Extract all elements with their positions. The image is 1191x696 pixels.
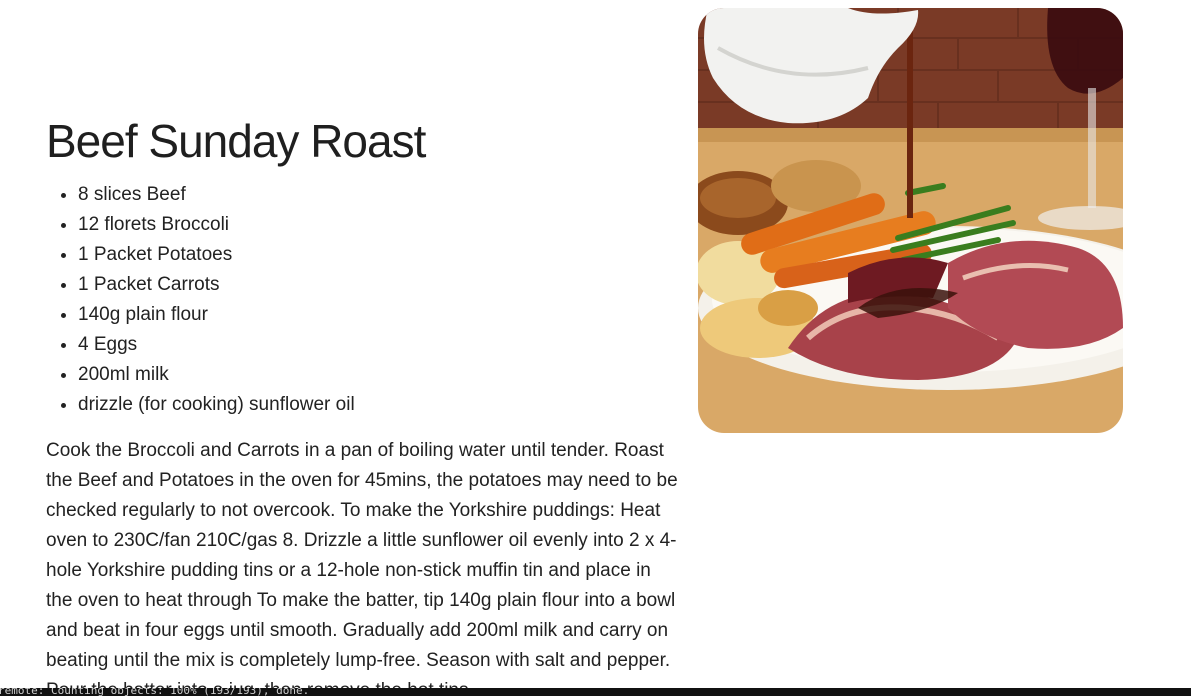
- terminal-status-bar: remote: Counting objects: 100% (193/193)…: [0, 688, 1191, 696]
- ingredient-item: 200ml milk: [78, 360, 678, 390]
- ingredient-item: 8 slices Beef: [78, 180, 678, 210]
- ingredient-item: 4 Eggs: [78, 330, 678, 360]
- terminal-status-text: remote: Counting objects: 100% (193/193)…: [0, 688, 310, 696]
- ingredient-item: 1 Packet Potatoes: [78, 240, 678, 270]
- recipe-page: Beef Sunday Roast 8 slices Beef 12 flore…: [0, 0, 1191, 696]
- ingredient-item: 1 Packet Carrots: [78, 270, 678, 300]
- ingredient-item: drizzle (for cooking) sunflower oil: [78, 390, 678, 420]
- ingredients-list: 8 slices Beef 12 florets Broccoli 1 Pack…: [46, 180, 678, 420]
- recipe-title: Beef Sunday Roast: [46, 115, 426, 167]
- recipe-content: Beef Sunday Roast 8 slices Beef 12 flore…: [46, 112, 678, 696]
- recipe-photo: [698, 8, 1123, 433]
- ingredient-item: 140g plain flour: [78, 300, 678, 330]
- recipe-method: Cook the Broccoli and Carrots in a pan o…: [46, 439, 678, 696]
- roast-dinner-image: [698, 8, 1123, 433]
- ingredient-item: 12 florets Broccoli: [78, 210, 678, 240]
